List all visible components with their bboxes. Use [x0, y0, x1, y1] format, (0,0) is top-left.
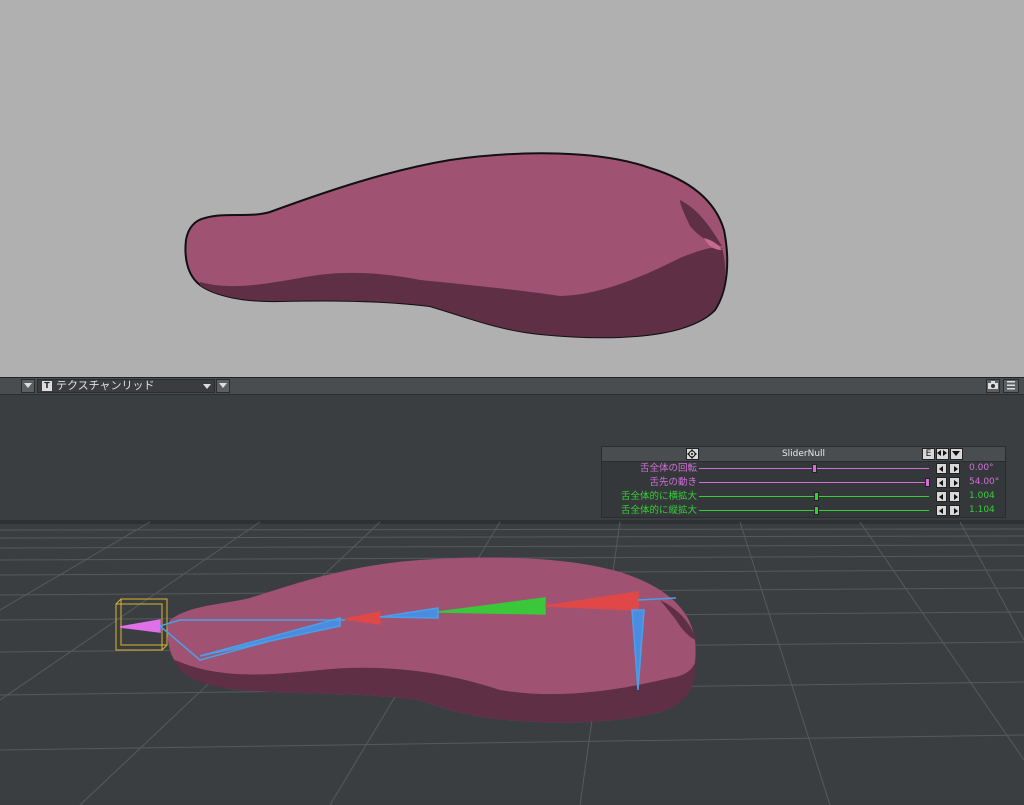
increment-button[interactable]	[949, 477, 960, 488]
chevron-down-icon	[952, 451, 960, 456]
camera-button[interactable]	[986, 379, 1000, 393]
arrow-right-icon	[954, 466, 958, 472]
slider-row: 舌先の動き 54.00°	[602, 476, 1005, 489]
slider-knob[interactable]	[814, 506, 820, 515]
camera-icon	[988, 381, 998, 389]
render-view	[0, 0, 1024, 377]
arrow-left-icon	[939, 480, 943, 486]
left-right-arrows-icon	[937, 450, 947, 456]
slider-row: 舌全体的に横拡大 1.004	[602, 490, 1005, 503]
slider-panel-header[interactable]: SliderNull E	[602, 447, 1005, 462]
slider-value: 0.00°	[969, 463, 994, 473]
tongue-render	[184, 152, 729, 339]
list-menu-icon	[1007, 381, 1015, 390]
increment-button[interactable]	[949, 491, 960, 502]
slider-value: 54.00°	[969, 477, 1000, 487]
view-mode-dropdown[interactable]: T テクスチャンリッド	[37, 379, 215, 393]
chevron-down-icon	[219, 383, 227, 388]
3d-viewport[interactable]: SliderNull E 舌全体の回転 0.00° 舌先の動き 54.00° 舌全体的に…	[0, 395, 1024, 805]
arrow-right-icon	[954, 494, 958, 500]
slider-label: 舌全体的に横拡大	[620, 491, 697, 502]
slider-null-panel: SliderNull E 舌全体の回転 0.00° 舌先の動き 54.00° 舌全体的に…	[601, 446, 1006, 518]
decrement-button[interactable]	[936, 505, 947, 516]
arrow-left-icon	[939, 494, 943, 500]
arrow-right-icon	[954, 508, 958, 514]
panel-dropdown-button[interactable]	[950, 448, 963, 460]
texture-mode-icon: T	[42, 381, 52, 391]
arrow-right-icon	[954, 480, 958, 486]
decrement-button[interactable]	[936, 491, 947, 502]
slider-knob[interactable]	[814, 492, 820, 501]
expand-button[interactable]	[936, 448, 949, 460]
slider-label: 舌先の動き	[649, 477, 697, 488]
viewport-options-button[interactable]	[21, 379, 35, 393]
menu-button[interactable]	[1003, 379, 1019, 393]
slider-row: 舌全体の回転 0.00°	[602, 462, 1005, 475]
slider-track[interactable]	[699, 482, 929, 483]
slider-row: 舌全体的に縦拡大 1.104	[602, 504, 1005, 517]
arrow-left-icon	[939, 508, 943, 514]
chevron-down-icon	[203, 384, 211, 389]
viewport-extra-dropdown[interactable]	[216, 379, 230, 393]
slider-value: 1.004	[969, 491, 995, 501]
increment-button[interactable]	[949, 505, 960, 516]
edit-button[interactable]: E	[922, 448, 935, 460]
dropdown-arrow-icon	[24, 383, 32, 388]
slider-knob[interactable]	[925, 478, 930, 487]
slider-label: 舌全体の回転	[639, 463, 697, 474]
increment-button[interactable]	[949, 463, 960, 474]
viewport-toolbar: T テクスチャンリッド	[0, 377, 1024, 395]
arrow-left-icon	[939, 466, 943, 472]
slider-value: 1.104	[969, 505, 995, 515]
bone-root[interactable]	[119, 619, 161, 633]
decrement-button[interactable]	[936, 477, 947, 488]
view-mode-label: テクスチャンリッド	[56, 379, 155, 392]
slider-knob[interactable]	[812, 464, 817, 473]
decrement-button[interactable]	[936, 463, 947, 474]
slider-label: 舌全体的に縦拡大	[620, 505, 697, 516]
